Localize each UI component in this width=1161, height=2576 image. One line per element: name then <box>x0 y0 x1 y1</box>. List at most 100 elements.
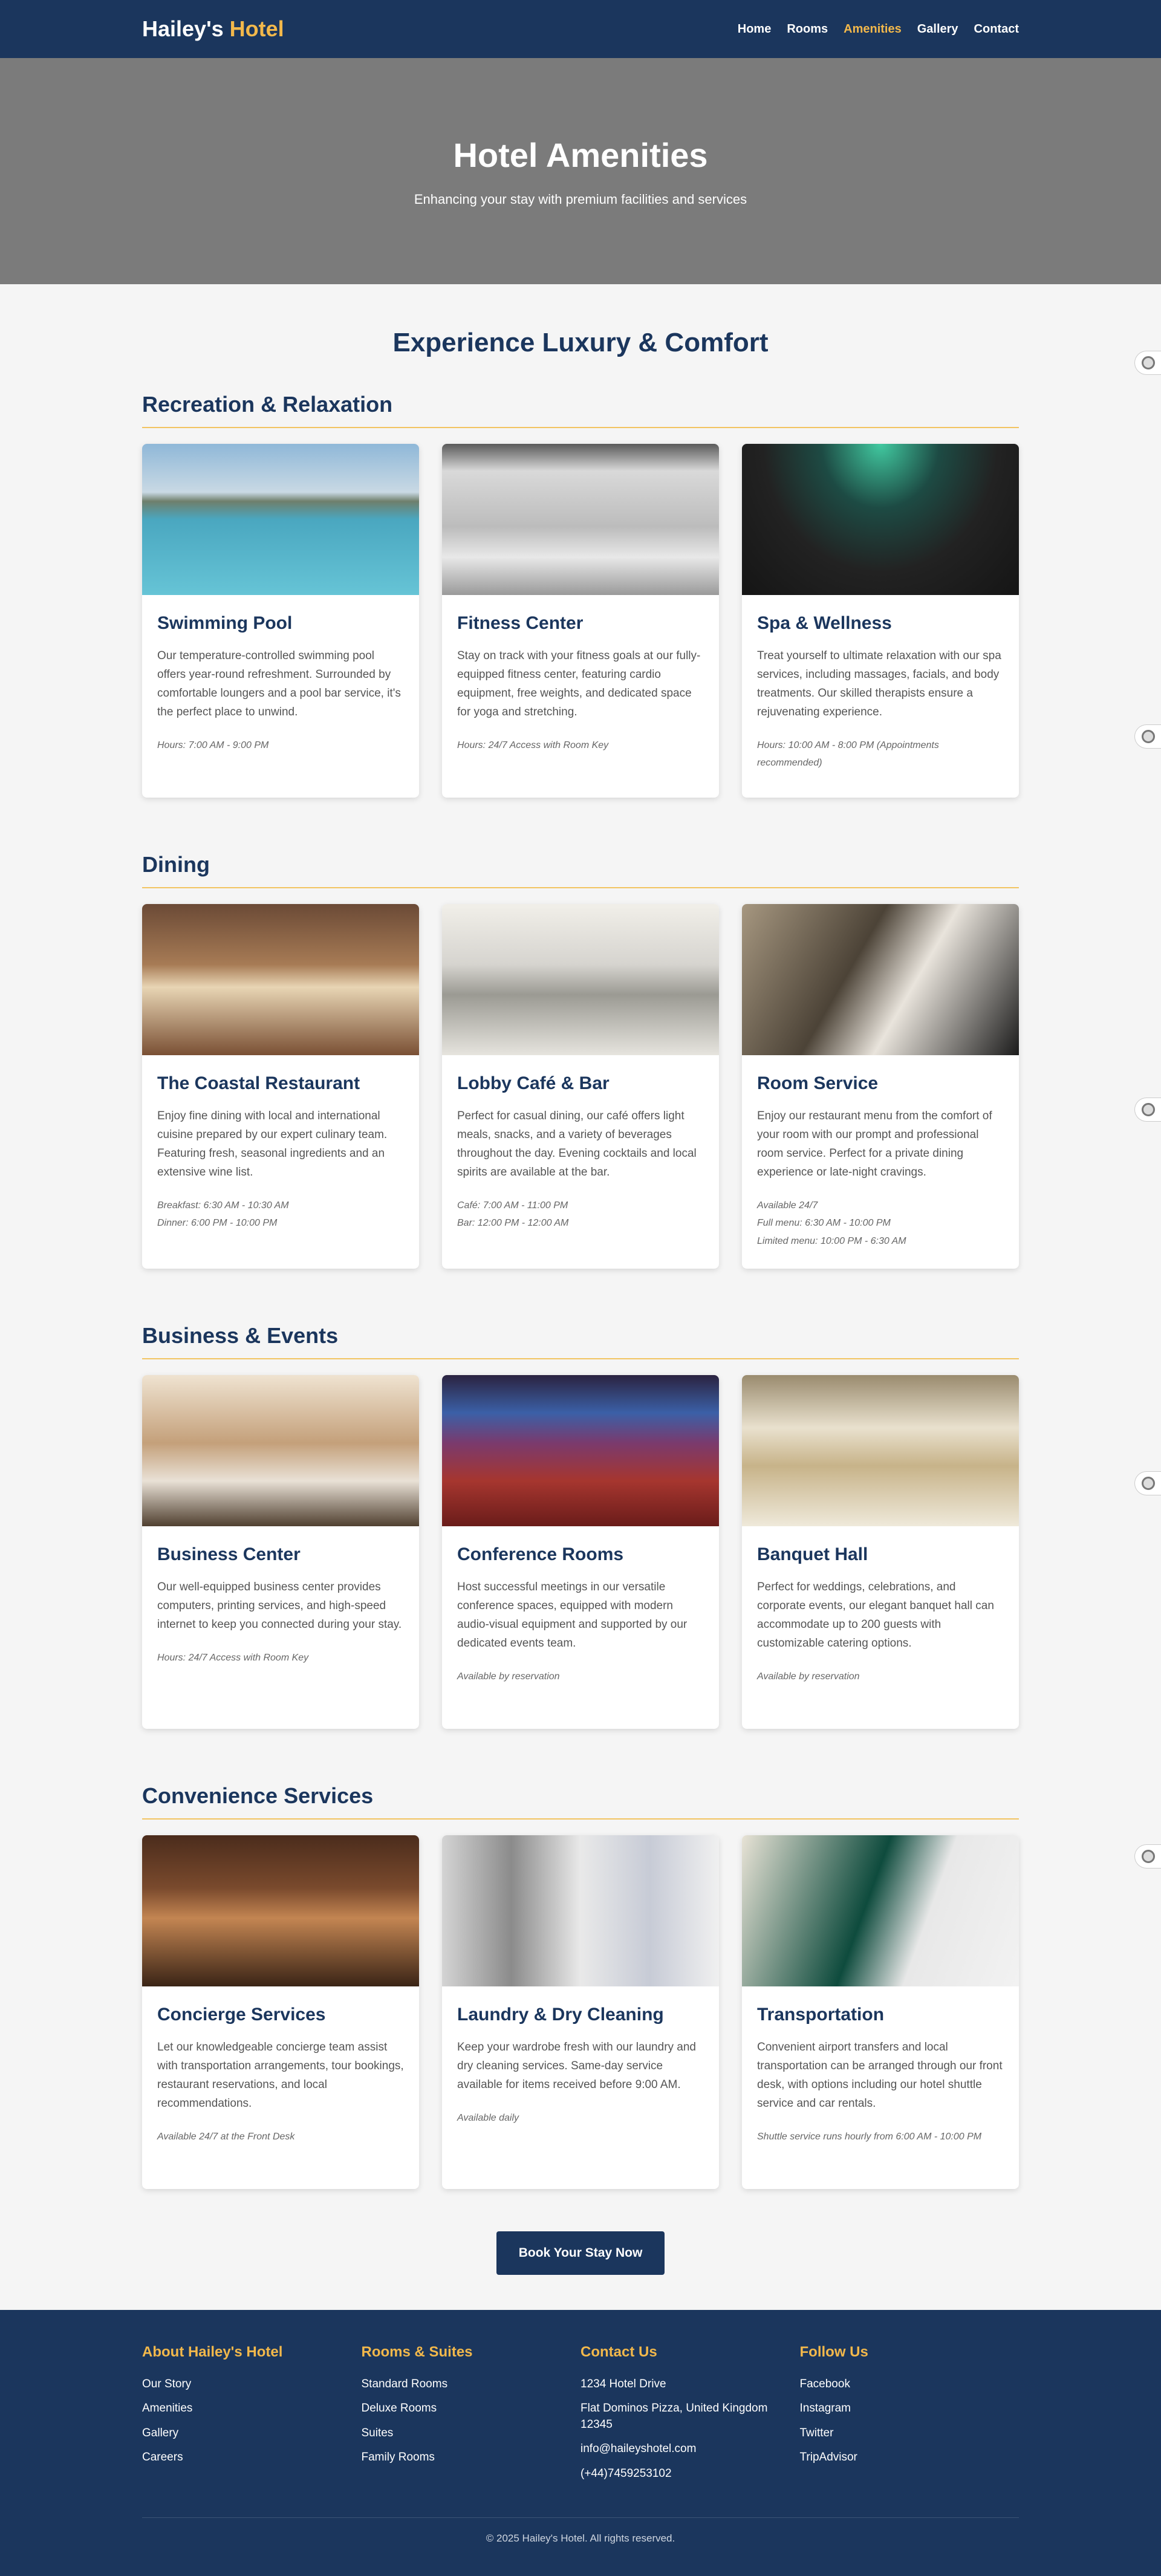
brand-logo[interactable]: Hailey's Hotel <box>142 16 284 42</box>
card-hours: Available by reservation <box>757 1668 1004 1686</box>
section-title: Dining <box>142 852 1019 888</box>
card-title: Concierge Services <box>157 2004 326 2025</box>
card-title: Swimming Pool <box>157 613 293 633</box>
hours-line: Limited menu: 10:00 PM - 6:30 AM <box>757 1236 906 1247</box>
side-widget-button[interactable] <box>1134 351 1161 375</box>
amenity-card-concierge-services: Concierge Services Let our knowledgeable … <box>142 1835 419 2189</box>
hours-line: Bar: 12:00 PM - 12:00 AM <box>457 1218 569 1229</box>
card-description: Our well-equipped business center provid… <box>157 1580 402 1631</box>
card-description: Enjoy fine dining with local and interna… <box>157 1110 388 1179</box>
footer-link[interactable]: Deluxe Rooms <box>362 2401 581 2417</box>
card-body: Lobby Café & Bar Perfect for casual dinin… <box>442 1055 719 1251</box>
hours-line: Dinner: 6:00 PM - 10:00 PM <box>157 1218 278 1229</box>
side-widget-button[interactable] <box>1134 724 1161 749</box>
footer-link[interactable]: Instagram <box>800 2401 1020 2417</box>
hours-line: Café: 7:00 AM - 11:00 PM <box>457 1200 568 1211</box>
hours-line: Hours: 7:00 AM - 9:00 PM <box>157 740 269 750</box>
footer-link[interactable]: info@haileyshotel.com <box>580 2441 800 2457</box>
section-convenience-services: Convenience Services Concierge Services Le… <box>142 1783 1019 2189</box>
card-hours: Café: 7:00 AM - 11:00 PM Bar: 12:00 PM - … <box>457 1197 704 1232</box>
card-description: Our temperature-controlled swimming pool… <box>157 649 401 718</box>
footer-link[interactable]: Standard Rooms <box>362 2376 581 2393</box>
footer-link[interactable]: Gallery <box>142 2425 362 2442</box>
amenity-image <box>442 904 719 1055</box>
card-title: Lobby Café & Bar <box>457 1073 610 1093</box>
amenity-card-spa-wellness: Spa & Wellness Treat yourself to ultimate… <box>742 444 1019 798</box>
card-description: Treat yourself to ultimate relaxation wi… <box>757 649 1001 718</box>
hours-line: Available daily <box>457 2112 519 2123</box>
hero-banner: Hotel Amenities Enhancing your stay with… <box>0 58 1161 284</box>
amenity-image <box>742 1374 1019 1526</box>
footer-link[interactable]: Flat Dominos Pizza, United Kingdom 12345 <box>580 2401 800 2433</box>
nav-link-gallery[interactable]: Gallery <box>917 22 958 36</box>
amenity-image <box>142 444 419 595</box>
card-hours: Available 24/7 at the Front Desk <box>157 2128 404 2146</box>
circle-icon <box>1141 1103 1155 1116</box>
hours-line: Available by reservation <box>457 1671 560 1682</box>
nav-link-amenities[interactable]: Amenities <box>844 22 902 36</box>
side-widget-button[interactable] <box>1134 1844 1161 1869</box>
footer-link[interactable]: 1234 Hotel Drive <box>580 2376 800 2393</box>
card-description: Keep your wardrobe fresh with our laundr… <box>457 2040 697 2091</box>
amenity-card-swimming-pool: Swimming Pool Our temperature-controlled … <box>142 444 419 798</box>
brand-accent: Hotel <box>229 16 284 41</box>
hours-line: Available by reservation <box>757 1671 860 1682</box>
hours-line: Breakfast: 6:30 AM - 10:30 AM <box>157 1200 289 1211</box>
amenity-card-conference-rooms: Conference Rooms Host successful meetings… <box>442 1374 719 1729</box>
amenity-image <box>742 444 1019 595</box>
footer-column-rooms-suites: Rooms & Suites Standard Rooms Deluxe Rooms… <box>362 2344 581 2491</box>
card-grid: Swimming Pool Our temperature-controlled … <box>142 444 1019 798</box>
circle-icon <box>1141 1850 1155 1863</box>
card-description: Perfect for weddings, celebrations, and … <box>757 1580 994 1650</box>
footer-column-about-hailey-s-hotel: About Hailey's Hotel Our Story Amenities Ga… <box>142 2344 362 2491</box>
card-grid: Concierge Services Let our knowledgeable … <box>142 1835 1019 2189</box>
hours-line: Full menu: 6:30 AM - 10:00 PM <box>757 1218 891 1229</box>
card-hours: Breakfast: 6:30 AM - 10:30 AM Dinner: 6:0… <box>157 1197 404 1232</box>
card-title: Laundry & Dry Cleaning <box>457 2004 664 2025</box>
section-title: Recreation & Relaxation <box>142 392 1019 428</box>
card-description: Perfect for casual dining, our café offe… <box>457 1110 697 1179</box>
footer-link[interactable]: Amenities <box>142 2401 362 2417</box>
footer-link[interactable]: Suites <box>362 2425 581 2442</box>
card-title: Conference Rooms <box>457 1544 624 1564</box>
card-hours: Available daily <box>457 2109 704 2127</box>
book-stay-button[interactable]: Book Your Stay Now <box>496 2231 665 2275</box>
amenity-sections: Recreation & Relaxation Swimming Pool Our … <box>142 392 1019 2189</box>
main-nav: Home Rooms Amenities Gallery Contact <box>738 22 1019 36</box>
footer-link[interactable]: Facebook <box>800 2376 1020 2393</box>
card-hours: Available 24/7 Full menu: 6:30 AM - 10:00… <box>757 1197 1004 1251</box>
card-hours: Hours: 24/7 Access with Room Key <box>457 737 704 755</box>
amenity-card-transportation: Transportation Convenient airport transfe… <box>742 1835 1019 2189</box>
hours-line: Available 24/7 at the Front Desk <box>157 2131 295 2142</box>
nav-link-home[interactable]: Home <box>738 22 772 36</box>
card-title: The Coastal Restaurant <box>157 1073 360 1093</box>
footer-link[interactable]: (+44)7459253102 <box>580 2466 800 2482</box>
nav-link-rooms[interactable]: Rooms <box>787 22 828 36</box>
footer-heading: About Hailey's Hotel <box>142 2343 283 2360</box>
footer-link[interactable]: Twitter <box>800 2425 1020 2442</box>
amenity-image <box>142 1374 419 1526</box>
nav-link-contact[interactable]: Contact <box>974 22 1019 36</box>
side-widget-button[interactable] <box>1134 1098 1161 1122</box>
footer-link[interactable]: Careers <box>142 2450 362 2466</box>
footer-heading: Rooms & Suites <box>361 2343 473 2360</box>
circle-icon <box>1141 356 1155 369</box>
amenity-image <box>142 1835 419 1986</box>
footer-link[interactable]: Our Story <box>142 2376 362 2393</box>
section-title: Convenience Services <box>142 1783 1019 1820</box>
footer-link[interactable]: TripAdvisor <box>800 2450 1020 2466</box>
card-description: Host successful meetings in our versatil… <box>457 1580 688 1650</box>
footer-column-follow-us: Follow Us Facebook Instagram Twitter TripAdv… <box>800 2344 1020 2491</box>
card-title: Fitness Center <box>457 613 584 633</box>
card-title: Room Service <box>757 1073 879 1093</box>
card-description: Convenient airport transfers and local t… <box>757 2040 1003 2110</box>
footer: About Hailey's Hotel Our Story Amenities Ga… <box>0 2309 1161 2576</box>
footer-link[interactable]: Family Rooms <box>362 2450 581 2466</box>
card-description: Stay on track with your fitness goals at… <box>457 649 701 718</box>
amenity-image <box>742 1835 1019 1986</box>
amenity-card-room-service: Room Service Enjoy our restaurant menu fr… <box>742 904 1019 1269</box>
section-dining: Dining The Coastal Restaurant Enjoy fine d… <box>142 852 1019 1269</box>
footer-heading: Follow Us <box>799 2343 868 2360</box>
side-widget-button[interactable] <box>1134 1471 1161 1495</box>
card-body: The Coastal Restaurant Enjoy fine dining … <box>142 1055 419 1251</box>
